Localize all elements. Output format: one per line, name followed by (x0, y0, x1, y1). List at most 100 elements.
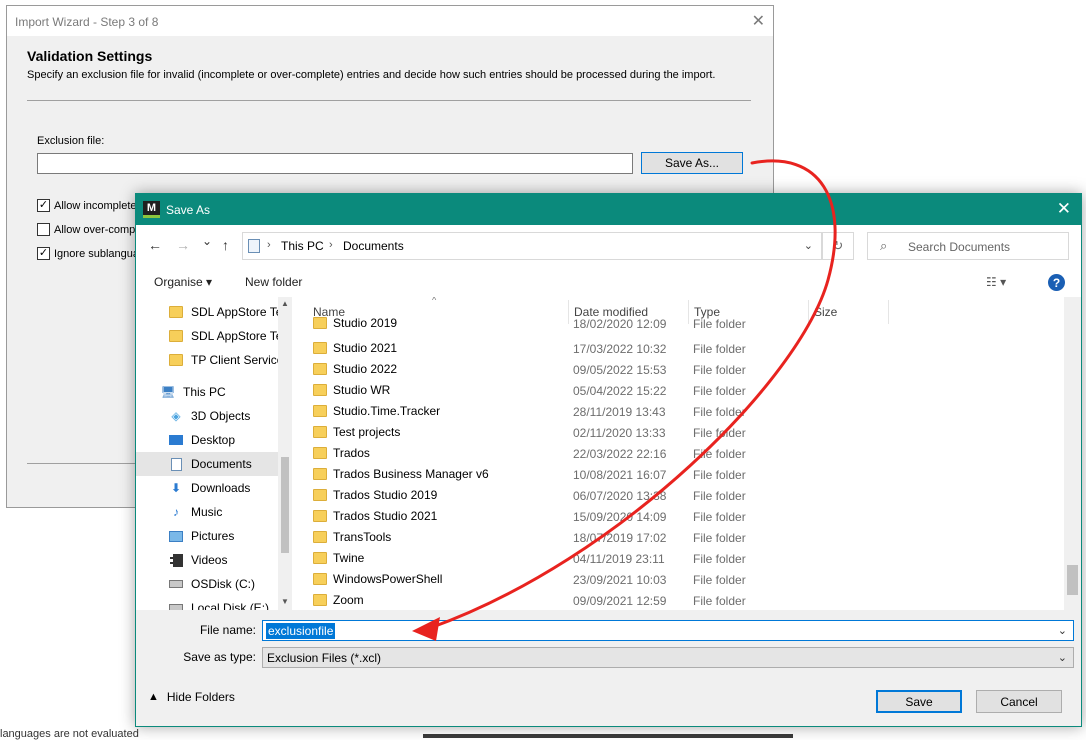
file-row[interactable]: Trados Studio 2019 06/07/2020 13:38 File f… (292, 485, 1052, 506)
file-row[interactable]: Zoom 09/09/2021 12:59 File folder (292, 590, 1052, 610)
exclusion-file-input[interactable] (37, 153, 633, 174)
file-date-cell: 06/07/2020 13:38 (573, 489, 667, 503)
file-type-cell: File folder (693, 405, 746, 419)
file-type-cell: File folder (693, 384, 746, 398)
back-arrow-icon[interactable]: ← (148, 237, 162, 253)
refresh-button[interactable]: ↻ (822, 232, 854, 260)
documents-icon (168, 457, 184, 471)
folder-icon (313, 342, 327, 354)
wizard-divider (27, 100, 751, 101)
search-placeholder: Search Documents (908, 240, 1011, 254)
wizard-header: Validation Settings Specify an exclusion… (27, 48, 715, 81)
sidebar-item-videos[interactable]: Videos (168, 548, 292, 572)
organise-menu-button[interactable]: Organise ▾ (154, 275, 212, 289)
file-name-cell: Studio 2021 (313, 341, 397, 355)
save-as-dialog: M Save As ✕ ← → ⌄ ↑ › This PC › Document… (135, 193, 1082, 727)
file-row[interactable]: Trados Business Manager v6 10/08/2021 16:… (292, 464, 1052, 485)
file-name-input[interactable]: exclusionfile ⌄ (262, 620, 1074, 641)
new-folder-button[interactable]: New folder (245, 275, 302, 289)
file-type-cell: File folder (693, 363, 746, 377)
save-button[interactable]: Save (876, 690, 962, 713)
file-row[interactable]: Studio 2021 17/03/2022 10:32 File folder (292, 338, 1052, 359)
sidebar-item-music[interactable]: ♪ Music (168, 500, 292, 524)
sidebar-item-label: Downloads (191, 481, 251, 495)
file-date-cell: 02/11/2020 13:33 (573, 426, 666, 440)
file-row[interactable]: Studio 2019 18/02/2020 12:09 File folder (292, 313, 1052, 334)
up-arrow-icon[interactable]: ↑ (222, 237, 229, 253)
sidebar-item-downloads[interactable]: ⬇ Downloads (168, 476, 292, 500)
hide-folders-label: Hide Folders (166, 690, 235, 704)
navigation-scrollbar[interactable]: ▲ ▼ (278, 297, 292, 610)
save-as-button[interactable]: Save As... (641, 152, 743, 174)
allow-incomplete-checkbox[interactable]: ✓ Allow incomplete e (37, 199, 146, 212)
file-row[interactable]: TransTools 18/07/2019 17:02 File folder (292, 527, 1052, 548)
file-row[interactable]: Trados 22/03/2022 22:16 File folder (292, 443, 1052, 464)
recent-locations-chevron-icon[interactable]: ⌄ (202, 234, 212, 248)
sidebar-item-osdisk-c[interactable]: OSDisk (C:) (168, 572, 292, 596)
chevron-down-icon[interactable]: ⌄ (804, 239, 813, 252)
sidebar-item-sdl-appstore-2[interactable]: SDL AppStore Te (168, 324, 292, 348)
chevron-down-icon[interactable]: ⌄ (1058, 651, 1067, 664)
sort-ascending-icon: ^ (432, 297, 437, 305)
sidebar-item-sdl-appstore-1[interactable]: SDL AppStore Te (168, 300, 292, 324)
help-icon[interactable]: ? (1048, 274, 1065, 291)
video-icon (168, 553, 184, 567)
sidebar-item-this-pc[interactable]: 🖥 This PC (160, 380, 292, 404)
scrollbar-thumb[interactable] (1067, 565, 1078, 595)
sidebar-item-documents[interactable]: Documents (136, 452, 278, 476)
file-date-cell: 22/03/2022 22:16 (573, 447, 667, 461)
file-date-cell: 04/11/2019 23:11 (573, 552, 665, 566)
file-row[interactable]: WindowsPowerShell 23/09/2021 10:03 File fo… (292, 569, 1052, 590)
file-row[interactable]: Twine 04/11/2019 23:11 File folder (292, 548, 1052, 569)
checkbox-label: Ignore sublangua (54, 247, 140, 260)
folder-icon (313, 447, 327, 459)
save-as-type-select[interactable]: Exclusion Files (*.xcl) ⌄ (262, 647, 1074, 668)
wizard-heading: Validation Settings (27, 48, 153, 64)
file-date-cell: 15/09/2020 14:09 (573, 510, 667, 524)
forward-arrow-icon[interactable]: → (176, 237, 190, 253)
allow-over-complete-checkbox[interactable]: Allow over-comple (37, 223, 144, 236)
sidebar-item-tp-client-service[interactable]: TP Client Service (168, 348, 292, 372)
search-input[interactable]: ⌕ Search Documents (867, 232, 1069, 260)
view-options-icon[interactable]: ☷ ▾ (986, 275, 1006, 289)
address-bar[interactable]: › This PC › Documents ⌄ (242, 232, 822, 260)
sidebar-item-3d-objects[interactable]: ◈ 3D Objects (168, 404, 292, 428)
file-row[interactable]: Studio 2022 09/05/2022 15:53 File folder (292, 359, 1052, 380)
file-name-text: Studio 2021 (333, 341, 398, 355)
file-name-cell: Studio 2022 (313, 362, 397, 376)
file-name-value[interactable]: exclusionfile (266, 623, 336, 639)
file-type-cell: File folder (693, 342, 746, 356)
file-row[interactable]: Studio.Time.Tracker 28/11/2019 13:43 File … (292, 401, 1052, 422)
save-as-type-label: Save as type: (183, 650, 256, 664)
file-row[interactable]: Studio WR 05/04/2022 15:22 File folder (292, 380, 1052, 401)
file-name-cell: Trados Studio 2021 (313, 509, 437, 523)
folder-icon (313, 594, 327, 606)
hide-folders-button[interactable]: ▲ Hide Folders (148, 690, 235, 704)
breadcrumb-this-pc[interactable]: This PC (281, 239, 324, 253)
file-name-text: Test projects (333, 425, 401, 439)
scroll-up-icon[interactable]: ▲ (281, 299, 289, 308)
sidebar-item-desktop[interactable]: Desktop (168, 428, 292, 452)
file-type-cell: File folder (693, 594, 746, 608)
sidebar-item-local-disk-e[interactable]: Local Disk (E:) (168, 596, 292, 610)
file-name-text: Zoom (333, 593, 364, 607)
close-icon[interactable]: ✕ (1057, 199, 1071, 219)
checkbox-label: Allow over-comple (54, 223, 144, 236)
cancel-button[interactable]: Cancel (976, 690, 1062, 713)
scroll-down-icon[interactable]: ▼ (281, 597, 289, 606)
breadcrumb-documents[interactable]: Documents (343, 239, 404, 253)
ignore-sublanguages-checkbox[interactable]: ✓ Ignore sublangua (37, 247, 139, 260)
file-row[interactable]: Trados Studio 2021 15/09/2020 14:09 File f… (292, 506, 1052, 527)
file-list-scrollbar[interactable] (1064, 297, 1081, 610)
sidebar-item-pictures[interactable]: Pictures (168, 524, 292, 548)
chevron-down-icon[interactable]: ⌄ (1058, 624, 1067, 637)
sidebar-item-label: 3D Objects (191, 409, 251, 423)
background-window-edge (423, 734, 793, 738)
file-name-text: TransTools (333, 530, 392, 544)
wizard-close-icon[interactable]: ✕ (752, 11, 765, 31)
file-row[interactable]: Test projects 02/11/2020 13:33 File folder (292, 422, 1052, 443)
file-name-cell: Twine (313, 551, 364, 565)
sidebar-item-label: Pictures (191, 529, 235, 543)
scrollbar-thumb[interactable] (281, 457, 289, 553)
folder-icon (313, 426, 327, 438)
